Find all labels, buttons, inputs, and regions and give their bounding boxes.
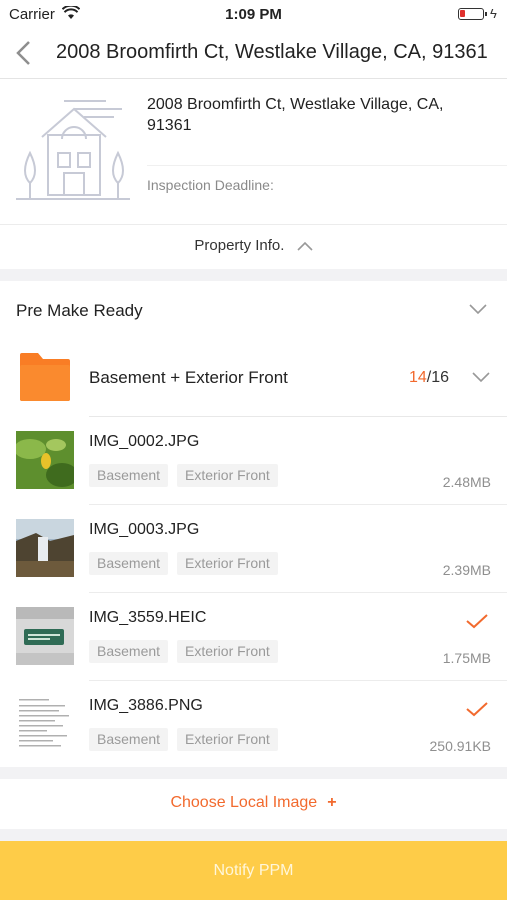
house-illustration-icon (16, 100, 130, 200)
tag-chip: Basement (89, 552, 169, 575)
battery-icon (458, 8, 487, 20)
file-size: 2.39MB (442, 562, 491, 578)
notify-ppm-label: Notify PPM (213, 862, 294, 879)
file-name: IMG_3886.PNG (89, 697, 203, 714)
page-title: 2008 Broomfirth Ct, Westlake Village, CA… (56, 41, 488, 63)
folder-name: Basement + Exterior Front (89, 368, 288, 387)
tag-chip: Exterior Front (177, 464, 278, 487)
photo-count-done: 14 (409, 369, 427, 386)
file-row[interactable]: IMG_3559.HEIC Basement Exterior Front 1.… (0, 593, 507, 681)
choose-local-image-button[interactable]: Choose Local Image + (0, 779, 507, 829)
navigation-bar: 2008 Broomfirth Ct, Westlake Village, CA… (0, 28, 507, 79)
property-info-toggle[interactable]: Property Info. (0, 237, 507, 254)
folder-icon (20, 353, 70, 401)
battery-fill (460, 10, 465, 17)
file-size: 1.75MB (442, 650, 491, 666)
image-thumbnail (16, 519, 74, 577)
file-size: 250.91KB (429, 738, 492, 754)
tag-chip: Basement (89, 728, 169, 751)
file-name: IMG_0002.JPG (89, 433, 200, 450)
file-size: 2.48MB (442, 474, 491, 490)
tag-chip: Exterior Front (177, 552, 278, 575)
back-icon[interactable] (14, 40, 34, 66)
file-row[interactable]: IMG_3886.PNG Basement Exterior Front 250… (0, 681, 507, 769)
property-address: 2008 Broomfirth Ct, Westlake Village, CA… (147, 96, 444, 134)
image-thumbnail (16, 431, 74, 489)
choose-local-image-label: Choose Local Image (170, 794, 318, 811)
tag-chip: Exterior Front (177, 728, 278, 751)
photo-count: 14/16 (409, 369, 449, 387)
photo-count-total: /16 (426, 369, 450, 386)
plus-icon: + (327, 794, 337, 811)
file-row[interactable]: IMG_0003.JPG Basement Exterior Front 2.3… (0, 505, 507, 593)
inspection-deadline-label: Inspection Deadline: (147, 177, 274, 193)
property-info-label: Property Info. (194, 237, 285, 254)
charging-icon: ϟ (490, 6, 497, 21)
status-bar: Carrier 1:09 PM ϟ (0, 0, 507, 28)
property-card: 2008 Broomfirth Ct, Westlake Village, CA… (0, 79, 507, 269)
clock: 1:09 PM (225, 6, 282, 23)
file-row[interactable]: IMG_0002.JPG Basement Exterior Front 2.4… (0, 417, 507, 505)
chevron-down-icon[interactable] (472, 371, 490, 383)
notify-ppm-button[interactable]: Notify PPM (0, 841, 507, 900)
chevron-down-icon[interactable] (469, 303, 487, 315)
file-name: IMG_0003.JPG (89, 521, 200, 538)
tag-chip: Basement (89, 464, 169, 487)
checkmark-icon (466, 702, 488, 717)
tag-chip: Exterior Front (177, 640, 278, 663)
file-name: IMG_3559.HEIC (89, 609, 207, 626)
tag-chip: Basement (89, 640, 169, 663)
file-section: Pre Make Ready Basement + Exterior Front… (0, 281, 507, 767)
section-title: Pre Make Ready (16, 301, 143, 320)
checkmark-icon (466, 614, 488, 629)
chevron-up-icon (297, 241, 313, 251)
image-thumbnail (16, 695, 74, 753)
image-thumbnail (16, 607, 74, 665)
